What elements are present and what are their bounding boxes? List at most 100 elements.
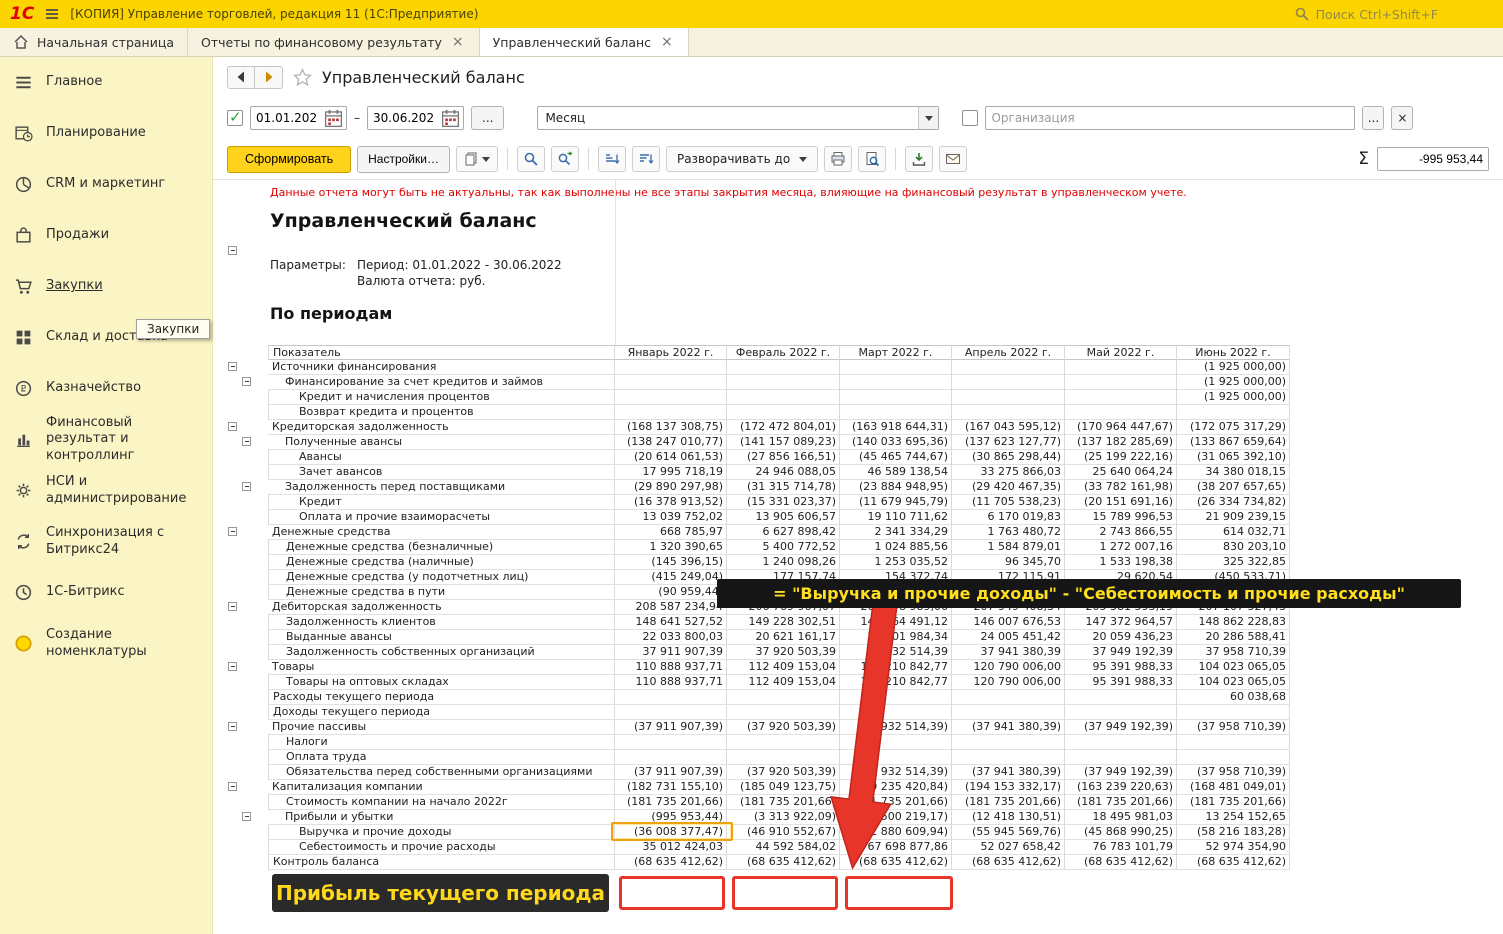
value-cell[interactable] [615,690,727,705]
row-label-cell[interactable]: Прочие пассивы [268,720,615,735]
sidebar-item-7[interactable]: Финансовый результат и контроллинг [0,414,212,465]
row-label-cell[interactable]: Прибыли и убытки [268,810,615,825]
organization-more-button[interactable]: ... [1362,106,1384,130]
value-cell[interactable]: (37 920 503,39) [727,720,840,735]
column-header[interactable]: Апрель 2022 г. [952,345,1065,360]
value-cell[interactable]: (37 941 380,39) [952,765,1065,780]
row-label-cell[interactable]: Денежные средства [268,525,615,540]
favorite-star-icon[interactable] [293,68,312,87]
forward-button[interactable] [255,66,283,89]
value-cell[interactable] [952,750,1065,765]
value-cell[interactable]: (11 679 945,79) [840,495,952,510]
row-label-cell[interactable]: Кредиторская задолженность [268,420,615,435]
sidebar-item-2[interactable]: CRM и маркетинг [0,159,212,210]
row-label-cell[interactable]: Кредит и начисления процентов [268,390,615,405]
value-cell[interactable]: (31 065 392,10) [1177,450,1290,465]
value-cell[interactable]: (29 420 467,35) [952,480,1065,495]
row-label-cell[interactable]: Доходы текущего периода [268,705,615,720]
value-cell[interactable]: 148 641 527,52 [615,615,727,630]
value-cell[interactable]: 1 320 390,65 [615,540,727,555]
value-cell[interactable] [1177,705,1290,720]
value-cell[interactable]: 208 587 234,94 [615,600,727,615]
sidebar-item-6[interactable]: РКазначейство [0,363,212,414]
value-cell[interactable]: 15 789 996,53 [1065,510,1177,525]
value-cell[interactable]: (58 216 183,28) [1177,825,1290,840]
organization-input[interactable] [986,111,1354,125]
row-label-cell[interactable]: Денежные средства (безналичные) [268,540,615,555]
value-cell[interactable]: 52 027 658,42 [952,840,1065,855]
expand-groups-button[interactable] [632,146,660,172]
value-cell[interactable] [615,705,727,720]
sidebar-item-1[interactable]: Планирование [0,108,212,159]
period-select[interactable]: Месяц [537,106,939,130]
value-cell[interactable]: 13 039 752,02 [615,510,727,525]
collapse-group-button[interactable] [242,812,251,821]
value-cell[interactable] [952,705,1065,720]
print-button[interactable] [824,146,852,172]
value-cell[interactable]: (37 920 503,39) [727,765,840,780]
value-cell[interactable]: (1 925 000,00) [1177,375,1290,390]
value-cell[interactable] [952,690,1065,705]
value-cell[interactable]: (167 043 595,12) [952,420,1065,435]
collapse-group-button[interactable] [242,482,251,491]
value-cell[interactable]: (181 735 201,66) [727,795,840,810]
row-label-cell[interactable]: Задолженность клиентов [268,615,615,630]
value-cell[interactable]: 668 785,97 [615,525,727,540]
period-checkbox[interactable] [227,110,243,126]
row-label-cell[interactable]: Выручка и прочие доходы [268,825,615,840]
value-cell[interactable]: (168 481 049,01) [1177,780,1290,795]
value-cell[interactable]: (163 239 220,63) [1065,780,1177,795]
value-cell[interactable]: 1 253 035,52 [840,555,952,570]
value-cell[interactable]: (1 925 000,00) [1177,360,1290,375]
value-cell[interactable]: 95 391 988,33 [1065,675,1177,690]
tab-2[interactable]: Управленческий баланс× [480,28,689,56]
value-cell[interactable] [1177,405,1290,420]
column-header[interactable]: Февраль 2022 г. [727,345,840,360]
value-cell[interactable] [727,405,840,420]
value-cell[interactable]: (20 151 691,16) [1065,495,1177,510]
value-cell[interactable]: (3 313 922,09) [727,810,840,825]
value-cell[interactable]: 37 958 710,39 [1177,645,1290,660]
find-button[interactable] [517,146,545,172]
value-cell[interactable]: 112 409 153,04 [727,660,840,675]
collapse-group-button[interactable] [228,422,237,431]
value-cell[interactable]: 20 286 588,41 [1177,630,1290,645]
value-cell[interactable]: (30 865 298,44) [952,450,1065,465]
value-cell[interactable]: 37 920 503,39 [727,645,840,660]
row-label-cell[interactable]: Денежные средства (у подотчетных лиц) [268,570,615,585]
row-label-cell[interactable]: Источники финансирования [268,360,615,375]
value-cell[interactable]: 1 272 007,16 [1065,540,1177,555]
value-cell[interactable]: 6 627 898,42 [727,525,840,540]
close-icon[interactable]: × [450,34,466,50]
value-cell[interactable] [1065,690,1177,705]
value-cell[interactable]: 35 012 424,03 [615,840,727,855]
sidebar-item-3[interactable]: Продажи [0,210,212,261]
value-cell[interactable]: (68 635 412,62) [615,855,727,870]
value-cell[interactable]: (141 157 089,23) [727,435,840,450]
value-cell[interactable] [840,360,952,375]
value-cell[interactable]: 2 341 334,29 [840,525,952,540]
collapse-group-button[interactable] [228,246,237,255]
value-cell[interactable]: (194 153 332,17) [952,780,1065,795]
value-cell[interactable]: (29 890 297,98) [615,480,727,495]
collapse-group-button[interactable] [242,377,251,386]
value-cell[interactable] [727,705,840,720]
row-label-cell[interactable]: Налоги [268,735,615,750]
value-cell[interactable] [1065,705,1177,720]
value-cell[interactable] [727,750,840,765]
value-cell[interactable]: 830 203,10 [1177,540,1290,555]
collapse-groups-button[interactable] [598,146,626,172]
value-cell[interactable] [1065,390,1177,405]
value-cell[interactable]: (163 918 644,31) [840,420,952,435]
value-cell[interactable]: 96 345,70 [952,555,1065,570]
row-label-cell[interactable]: Расходы текущего периода [268,690,615,705]
find-next-button[interactable] [551,146,579,172]
row-label-cell[interactable]: Полученные авансы [268,435,615,450]
value-cell[interactable]: 1 763 480,72 [952,525,1065,540]
value-cell[interactable]: (27 856 166,51) [727,450,840,465]
row-label-cell[interactable]: Товары [268,660,615,675]
value-cell[interactable]: 13 905 606,57 [727,510,840,525]
value-cell[interactable]: (170 964 447,67) [1065,420,1177,435]
value-cell[interactable]: 2 743 866,55 [1065,525,1177,540]
value-cell[interactable]: (181 735 201,66) [952,795,1065,810]
